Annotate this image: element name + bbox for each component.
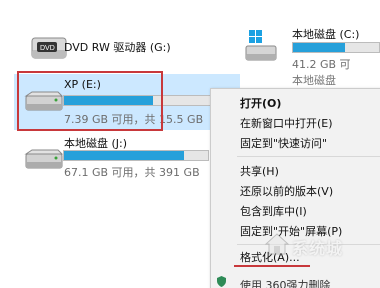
hard-drive-icon	[22, 148, 64, 175]
drive-usage-fill	[64, 151, 184, 160]
annotation-outline	[17, 71, 163, 131]
shield-icon	[217, 276, 226, 287]
menu-separator	[237, 156, 380, 157]
menu-item-include-library[interactable]: 包含到库中(I)	[240, 203, 307, 219]
file-explorer-window: DVD DVD RW 驱动器 (G:) 本地磁盘 (C:) 41.2 GB 可	[0, 0, 380, 288]
menu-item-pin-quick-access[interactable]: 固定到"快速访问"	[240, 135, 327, 151]
drive-item-dvd[interactable]: DVD DVD RW 驱动器 (G:)	[20, 30, 210, 64]
drive-usage-bar	[292, 42, 380, 53]
drive-name: 本地磁盘 (J:)	[64, 137, 128, 150]
drive-usage-bar	[63, 150, 209, 161]
menu-item-open-new-window[interactable]: 在新窗口中打开(E)	[240, 115, 333, 131]
drive-space-text: 41.2 GB 可	[292, 58, 351, 71]
menu-item-restore-versions[interactable]: 还原以前的版本(V)	[240, 183, 333, 199]
menu-item-360-delete[interactable]: 使用 360强力删除	[240, 277, 331, 288]
menu-item-open[interactable]: 打开(O)	[240, 95, 281, 111]
annotation-underline	[234, 265, 310, 267]
svg-text:DVD: DVD	[40, 45, 55, 52]
drive-space-text: 67.1 GB 可用，共 391 GB	[64, 166, 200, 179]
drive-item-c[interactable]: 本地磁盘 (C:) 41.2 GB 可	[240, 20, 380, 71]
watermark: 系统城	[258, 228, 376, 260]
drive-usage-fill	[293, 43, 345, 52]
windows-drive-icon	[244, 30, 280, 67]
watermark-text: 系统城	[292, 239, 344, 258]
menu-item-share[interactable]: 共享(H)	[240, 163, 279, 179]
drive-name: DVD RW 驱动器 (G:)	[64, 41, 171, 54]
drive-name: 本地磁盘 (C:)	[292, 28, 360, 41]
drive-item-partial[interactable]: 本地磁盘	[240, 72, 380, 88]
watermark-logo-icon	[264, 232, 290, 259]
drive-name: 本地磁盘	[292, 74, 336, 87]
drive-item-j[interactable]: 本地磁盘 (J:) 67.1 GB 可用，共 391 GB	[14, 132, 214, 180]
